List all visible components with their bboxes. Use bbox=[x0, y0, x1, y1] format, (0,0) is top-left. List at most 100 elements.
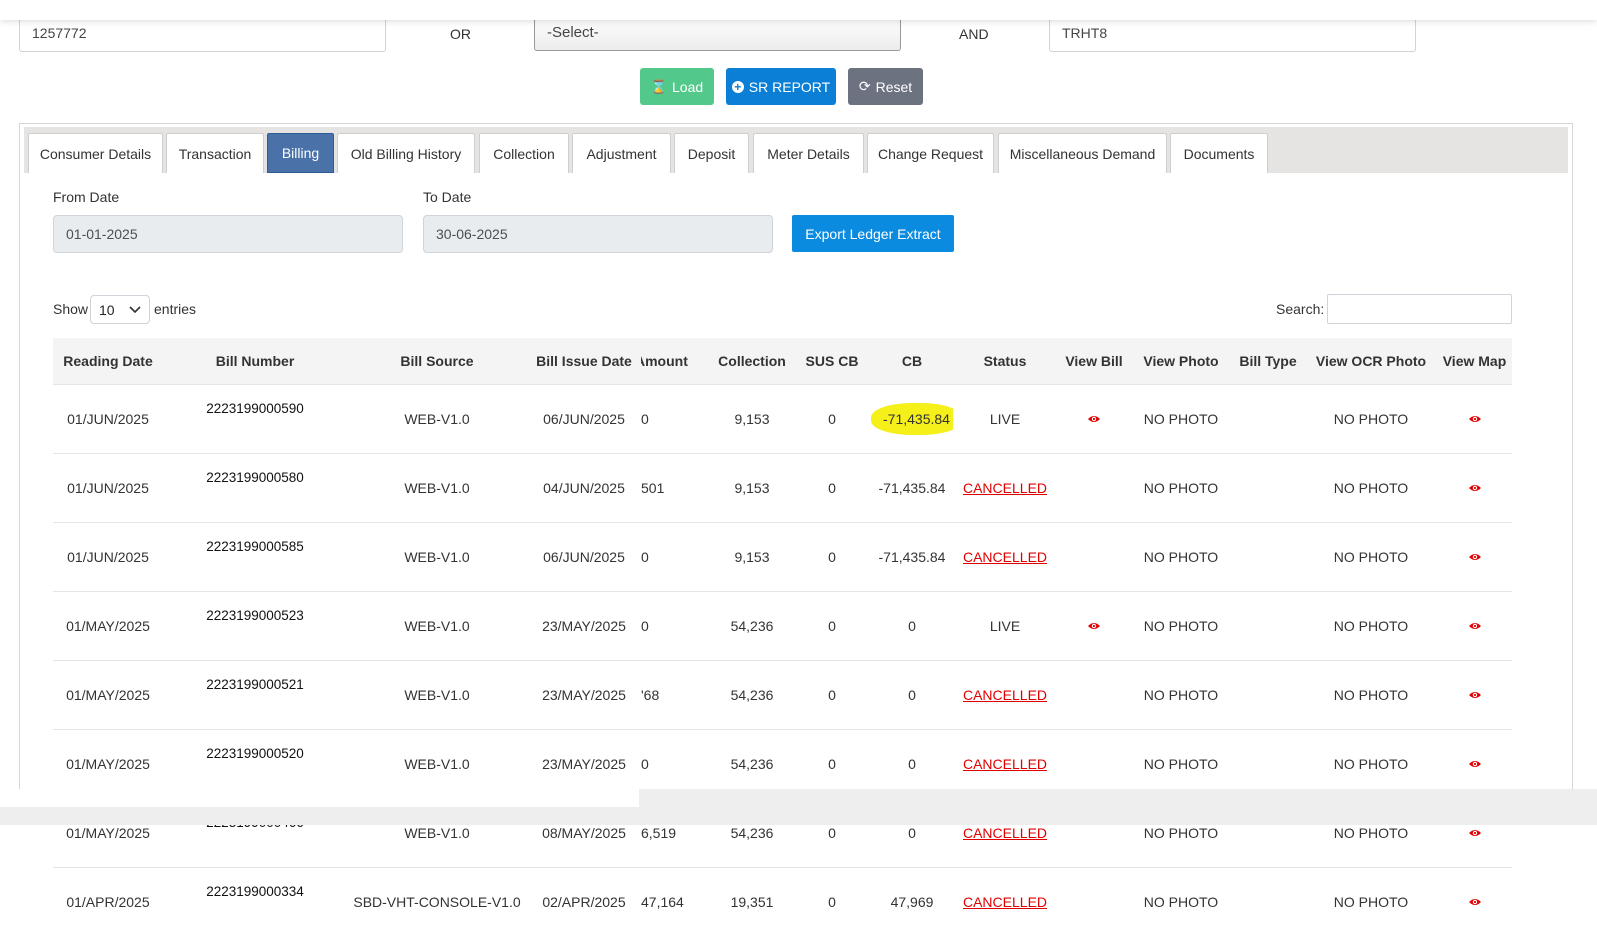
col-amount[interactable]: Amount bbox=[641, 338, 711, 385]
view-photo-cell: NO PHOTO bbox=[1131, 385, 1231, 454]
entries-select[interactable]: 10 bbox=[90, 295, 150, 324]
col-bill-type[interactable]: Bill Type bbox=[1231, 338, 1305, 385]
collection-cell: 9,153 bbox=[711, 523, 793, 592]
cb-value: 0 bbox=[908, 687, 916, 703]
status-value[interactable]: CANCELLED bbox=[963, 825, 1047, 841]
from-date-label: From Date bbox=[53, 189, 119, 205]
eye-icon[interactable] bbox=[1468, 480, 1482, 496]
tab-meter-details[interactable]: Meter Details bbox=[753, 133, 864, 173]
sus-cb-cell: 0 bbox=[793, 868, 871, 936]
tab-billing[interactable]: Billing bbox=[267, 133, 334, 173]
tab-consumer-details[interactable]: Consumer Details bbox=[28, 133, 163, 173]
tab-adjustment[interactable]: Adjustment bbox=[572, 133, 671, 173]
view-map-cell bbox=[1437, 523, 1512, 592]
col-reading-date[interactable]: Reading Date bbox=[53, 338, 163, 385]
load-button-label: Load bbox=[672, 79, 703, 95]
collection-cell: 54,236 bbox=[711, 592, 793, 661]
col-view-photo[interactable]: View Photo bbox=[1131, 338, 1231, 385]
status-cell: CANCELLED bbox=[953, 523, 1057, 592]
entries-suffix-label: entries bbox=[154, 301, 196, 317]
bill-type-cell bbox=[1231, 661, 1305, 730]
scrollbar-thumb[interactable] bbox=[0, 789, 639, 807]
cb-cell: 47,969 bbox=[871, 868, 953, 936]
bill-source-cell: WEB-V1.0 bbox=[347, 385, 527, 454]
status-value: LIVE bbox=[990, 411, 1020, 427]
sr-report-button-label: SR REPORT bbox=[749, 79, 830, 95]
status-value[interactable]: CANCELLED bbox=[963, 687, 1047, 703]
cb-cell: -71,435.84 bbox=[871, 385, 953, 454]
reset-button[interactable]: ⟳ Reset bbox=[848, 68, 923, 105]
col-bill-issue-date[interactable]: Bill Issue Date bbox=[527, 338, 641, 385]
col-view-ocr-photo[interactable]: View OCR Photo bbox=[1305, 338, 1437, 385]
bill-number-cell: 2223199000585 bbox=[163, 523, 347, 592]
amount-cell: 47,164 bbox=[641, 868, 711, 936]
bill-type-cell bbox=[1231, 868, 1305, 936]
col-cb[interactable]: CB bbox=[871, 338, 953, 385]
col-view-bill[interactable]: View Bill bbox=[1057, 338, 1131, 385]
load-button[interactable]: ⌛ Load bbox=[640, 68, 714, 105]
table-search-input[interactable] bbox=[1327, 294, 1512, 324]
table-row: 01/JUN/20252223199000585WEB-V1.006/JUN/2… bbox=[53, 523, 1512, 592]
from-date-input[interactable]: 01-01-2025 bbox=[53, 215, 403, 253]
tab-change-request[interactable]: Change Request bbox=[867, 133, 994, 173]
col-bill-source[interactable]: Bill Source bbox=[347, 338, 527, 385]
eye-icon[interactable] bbox=[1468, 549, 1482, 565]
eye-icon[interactable] bbox=[1087, 618, 1101, 634]
view-map-cell bbox=[1437, 661, 1512, 730]
status-cell: CANCELLED bbox=[953, 661, 1057, 730]
view-bill-cell bbox=[1057, 454, 1131, 523]
refresh-icon: ⟳ bbox=[859, 78, 871, 95]
bill-source-cell: WEB-V1.0 bbox=[347, 454, 527, 523]
eye-icon[interactable] bbox=[1468, 894, 1482, 910]
bill-type-cell bbox=[1231, 454, 1305, 523]
tab-collection[interactable]: Collection bbox=[479, 133, 569, 173]
reading-date-cell: 01/JUN/2025 bbox=[53, 385, 163, 454]
bill-issue-date-cell: 02/APR/2025 bbox=[527, 868, 641, 936]
eye-icon[interactable] bbox=[1468, 411, 1482, 427]
tab-transaction[interactable]: Transaction bbox=[166, 133, 264, 173]
status-value[interactable]: CANCELLED bbox=[963, 756, 1047, 772]
eye-icon[interactable] bbox=[1468, 618, 1482, 634]
eye-icon[interactable] bbox=[1468, 687, 1482, 703]
eye-icon[interactable] bbox=[1087, 411, 1101, 427]
tab-documents[interactable]: Documents bbox=[1170, 133, 1268, 173]
sus-cb-cell: 0 bbox=[793, 454, 871, 523]
plus-circle-icon: + bbox=[732, 81, 744, 93]
view-map-cell bbox=[1437, 385, 1512, 454]
bill-type-cell bbox=[1231, 385, 1305, 454]
status-value[interactable]: CANCELLED bbox=[963, 549, 1047, 565]
sr-report-button[interactable]: + SR REPORT bbox=[726, 68, 836, 105]
col-view-map[interactable]: View Map bbox=[1437, 338, 1512, 385]
cb-value: 0 bbox=[908, 756, 916, 772]
eye-icon[interactable] bbox=[1468, 825, 1482, 841]
view-photo-cell: NO PHOTO bbox=[1131, 592, 1231, 661]
to-date-input[interactable]: 30-06-2025 bbox=[423, 215, 773, 253]
export-ledger-button[interactable]: Export Ledger Extract bbox=[792, 215, 954, 252]
reset-button-label: Reset bbox=[876, 79, 913, 95]
collection-cell: 54,236 bbox=[711, 661, 793, 730]
status-value[interactable]: CANCELLED bbox=[963, 480, 1047, 496]
amount-cell: 0 bbox=[641, 385, 711, 454]
amount-cell: '68 bbox=[641, 661, 711, 730]
view-photo-cell: NO PHOTO bbox=[1131, 868, 1231, 936]
col-bill-number[interactable]: Bill Number bbox=[163, 338, 347, 385]
tab-deposit[interactable]: Deposit bbox=[674, 133, 749, 173]
bill-issue-date-cell: 23/MAY/2025 bbox=[527, 592, 641, 661]
sus-cb-cell: 0 bbox=[793, 385, 871, 454]
col-collection[interactable]: Collection bbox=[711, 338, 793, 385]
eye-icon[interactable] bbox=[1468, 756, 1482, 772]
view-photo-cell: NO PHOTO bbox=[1131, 523, 1231, 592]
or-label: OR bbox=[450, 26, 471, 42]
status-value[interactable]: CANCELLED bbox=[963, 894, 1047, 910]
tab-bar: Consumer Details Transaction Billing Old… bbox=[24, 127, 1568, 173]
tab-old-billing-history[interactable]: Old Billing History bbox=[337, 133, 475, 173]
bill-type-cell bbox=[1231, 592, 1305, 661]
view-ocr-photo-cell: NO PHOTO bbox=[1305, 523, 1437, 592]
collection-cell: 19,351 bbox=[711, 868, 793, 936]
reading-date-cell: 01/APR/2025 bbox=[53, 868, 163, 936]
col-status[interactable]: Status bbox=[953, 338, 1057, 385]
tab-miscellaneous-demand[interactable]: Miscellaneous Demand bbox=[998, 133, 1167, 173]
view-ocr-photo-cell: NO PHOTO bbox=[1305, 592, 1437, 661]
cb-value: 0 bbox=[908, 618, 916, 634]
col-sus-cb[interactable]: SUS CB bbox=[793, 338, 871, 385]
